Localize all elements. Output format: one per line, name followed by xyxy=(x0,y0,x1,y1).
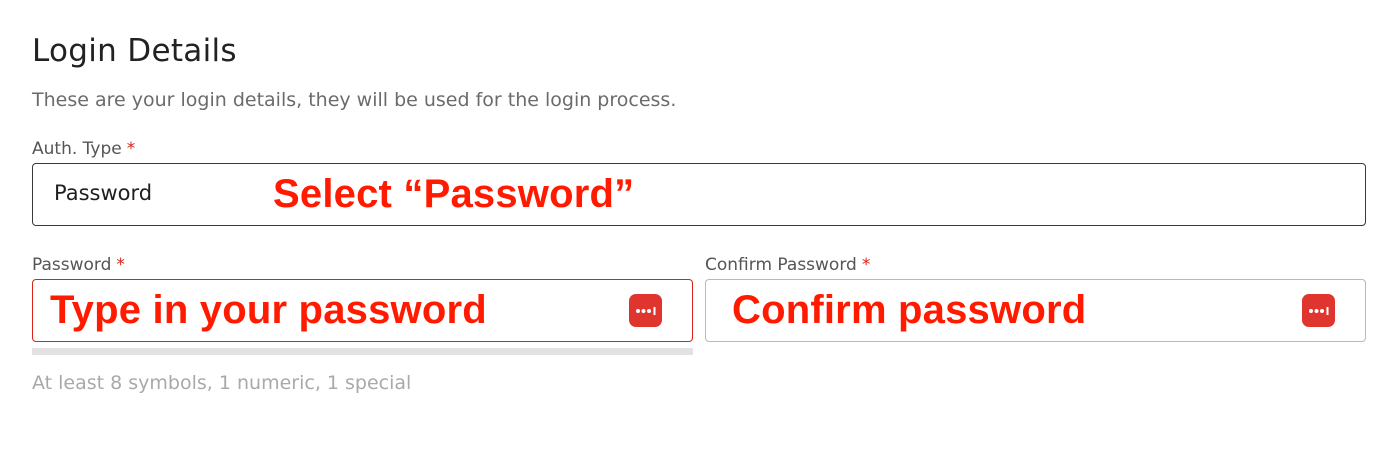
required-mark: * xyxy=(861,255,871,275)
auth-type-annotation: Select “Password” xyxy=(273,172,635,216)
section-subtitle: These are your login details, they will … xyxy=(32,89,677,111)
auth-type-label: Auth. Type * xyxy=(32,139,135,159)
auth-type-value: Password xyxy=(54,181,153,205)
required-mark: * xyxy=(126,139,136,159)
section-title: Login Details xyxy=(32,33,237,69)
password-label: Password * xyxy=(32,255,125,275)
auth-type-label-text: Auth. Type xyxy=(32,139,122,159)
password-manager-icon[interactable] xyxy=(629,294,662,327)
confirm-password-label-text: Confirm Password xyxy=(705,255,857,275)
confirm-password-label: Confirm Password * xyxy=(705,255,870,275)
password-manager-icon[interactable] xyxy=(1302,294,1335,327)
auth-type-select[interactable]: Password xyxy=(32,163,1366,226)
required-mark: * xyxy=(116,255,125,275)
password-strength-bar xyxy=(32,348,693,355)
password-hint: At least 8 symbols, 1 numeric, 1 special xyxy=(32,372,412,394)
confirm-password-annotation: Confirm password xyxy=(732,288,1087,332)
password-annotation: Type in your password xyxy=(50,288,487,332)
password-label-text: Password xyxy=(32,255,112,275)
